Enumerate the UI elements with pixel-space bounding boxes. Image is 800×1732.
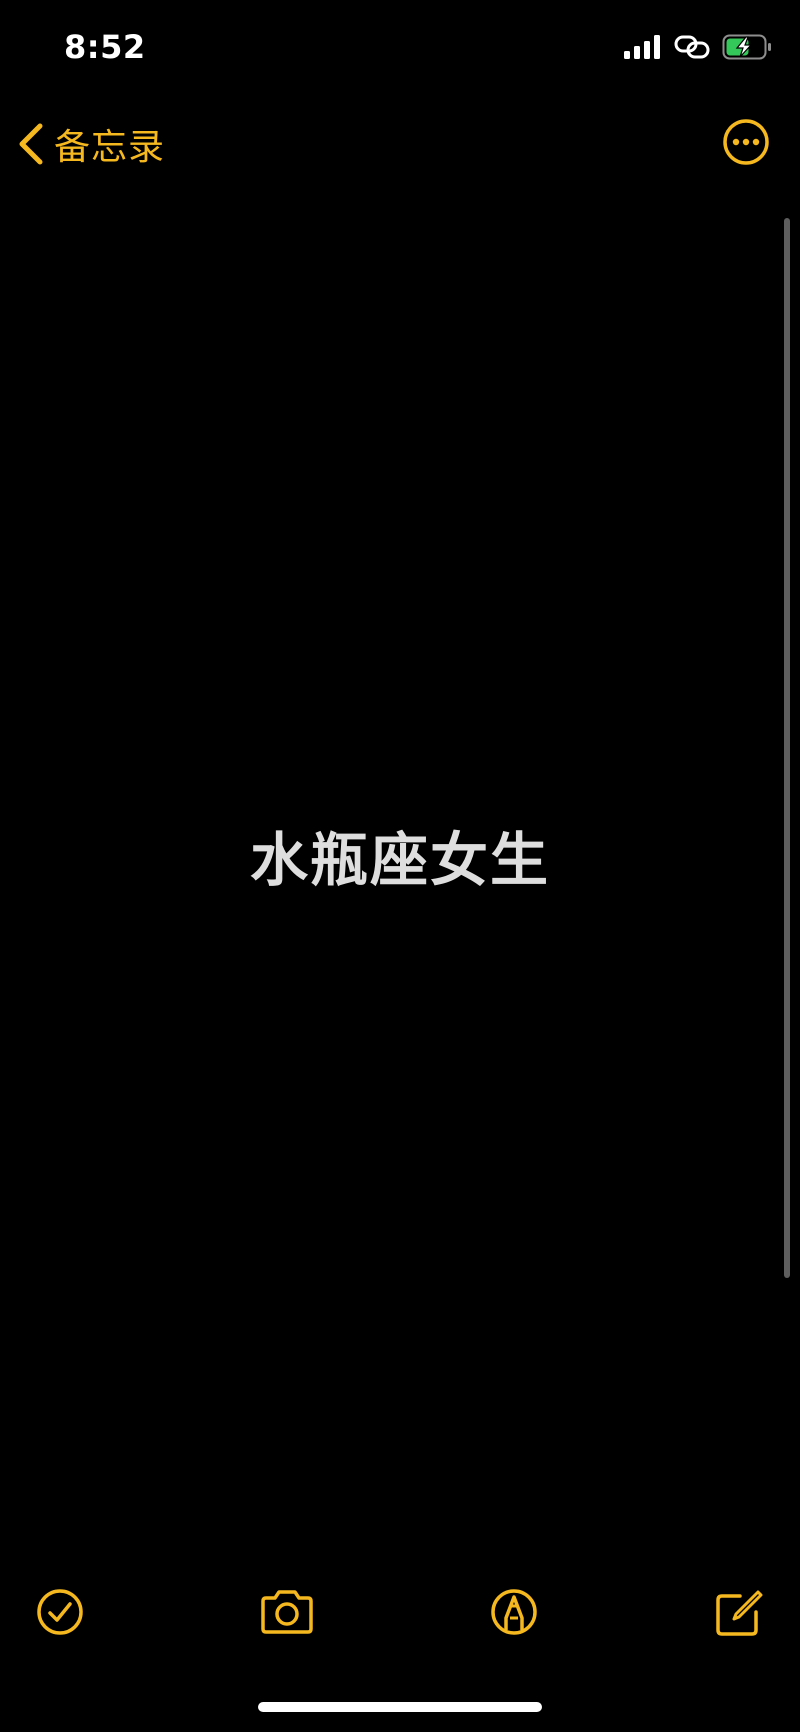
note-content[interactable]: 水瓶座女生 [0,800,800,910]
camera-button[interactable] [258,1588,316,1640]
ellipsis-circle-icon [722,118,770,166]
camera-icon [258,1588,316,1636]
home-indicator[interactable] [258,1702,542,1712]
compose-button[interactable] [714,1588,764,1642]
cellular-signal-icon [624,35,662,59]
bottom-toolbar [0,1580,800,1650]
back-button[interactable]: 备忘录 [16,118,165,170]
navigation-bar: 备忘录 [0,108,800,180]
status-time: 8:52 [64,28,146,66]
compose-icon [714,1588,764,1638]
markup-button[interactable] [490,1588,538,1640]
scroll-indicator[interactable] [784,218,790,1278]
markup-pen-icon [490,1588,538,1636]
checklist-icon [36,1588,84,1636]
battery-charging-icon [722,34,772,60]
checklist-button[interactable] [36,1588,84,1640]
back-label: 备忘录 [54,127,166,168]
status-bar: 8:52 [0,0,800,100]
note-text[interactable]: 水瓶座女生 [250,813,550,897]
link-icon [674,34,710,60]
more-options-button[interactable] [722,118,770,170]
chevron-left-icon [16,122,46,166]
status-icons [624,34,772,60]
